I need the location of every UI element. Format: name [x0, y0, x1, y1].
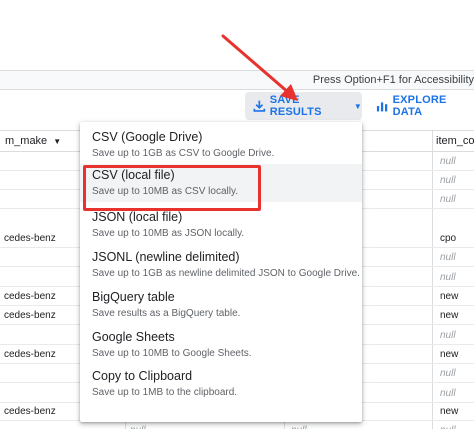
explore-data-button[interactable]: EXPLORE DATA ▼	[376, 92, 474, 120]
download-icon	[253, 100, 266, 112]
table-cell-code: null	[440, 368, 456, 379]
table-cell-code: new	[440, 406, 459, 417]
table-cell-code: null	[440, 272, 456, 283]
menu-item-title: BigQuery table	[92, 290, 175, 304]
menu-item-title: Google Sheets	[92, 330, 175, 344]
menu-item-jsonl[interactable]: JSONL (newline delimited) Save up to 1GB…	[80, 246, 362, 284]
menu-item-description: Save up to 1GB as newline delimited JSON…	[92, 268, 360, 279]
table-cell-code: null	[440, 252, 456, 263]
table-cell-code: new	[440, 349, 459, 360]
menu-item-title: JSONL (newline delimited)	[92, 250, 240, 264]
table-cell-code: null	[440, 425, 456, 429]
menu-item-title: CSV (Google Drive)	[92, 130, 203, 144]
menu-item-description: Save results as a BigQuery table.	[92, 308, 241, 319]
explore-data-label: EXPLORE DATA	[392, 94, 447, 118]
column-header-item-code[interactable]: item_co	[436, 135, 474, 147]
table-cell-make: cedes-benz	[4, 349, 56, 360]
table-cell-make: cedes-benz	[4, 233, 56, 244]
top-area	[0, 0, 474, 70]
table-cell-make: cedes-benz	[4, 291, 56, 302]
table-cell-code: cpo	[440, 233, 457, 244]
menu-item-copy-to-clipboard[interactable]: Copy to Clipboard Save up to 1MB to the …	[80, 365, 362, 403]
table-cell-code: new	[440, 291, 459, 302]
menu-item-json-local-file[interactable]: JSON (local file) Save up to 10MB as JSO…	[80, 206, 362, 244]
sort-caret-icon: ▼	[53, 136, 62, 146]
menu-item-title: Copy to Clipboard	[92, 369, 193, 383]
table-cell-mid2: null	[291, 425, 307, 429]
highlight-annotation-box	[83, 165, 261, 211]
column-header-make-label: m_make	[5, 135, 48, 147]
menu-item-title: JSON (local file)	[92, 210, 183, 224]
accessibility-bar: Press Option+F1 for Accessibility	[0, 70, 474, 90]
table-cell-code: null	[440, 194, 456, 205]
table-cell-mid: null	[130, 425, 146, 429]
caret-down-icon: ▼	[353, 101, 362, 111]
table-cell-code: new	[440, 310, 459, 321]
table-cell-make: cedes-benz	[4, 310, 56, 321]
table-cell-code: null	[440, 388, 456, 399]
chart-icon	[376, 102, 388, 112]
menu-item-csv-google-drive[interactable]: CSV (Google Drive) Save up to 1GB as CSV…	[80, 126, 362, 164]
menu-item-description: Save up to 10MB to Google Sheets.	[92, 348, 252, 359]
accessibility-hint: Press Option+F1 for Accessibility	[312, 74, 474, 86]
menu-item-google-sheets[interactable]: Google Sheets Save up to 10MB to Google …	[80, 326, 362, 364]
save-results-button[interactable]: SAVE RESULTS ▼	[245, 92, 362, 120]
menu-item-description: Save up to 10MB as JSON locally.	[92, 228, 245, 239]
menu-item-bigquery-table[interactable]: BigQuery table Save results as a BigQuer…	[80, 286, 362, 324]
table-cell-code: null	[440, 156, 456, 167]
menu-item-description: Save up to 1GB as CSV to Google Drive.	[92, 148, 275, 159]
column-header-make[interactable]: m_make ▼	[5, 135, 61, 147]
menu-item-description: Save up to 1MB to the clipboard.	[92, 387, 238, 398]
table-row: null null null	[0, 421, 474, 429]
table-cell-code: null	[440, 330, 456, 341]
table-cell-make: cedes-benz	[4, 406, 56, 417]
table-cell-code: null	[440, 175, 456, 186]
save-results-label: SAVE RESULTS	[269, 94, 322, 118]
